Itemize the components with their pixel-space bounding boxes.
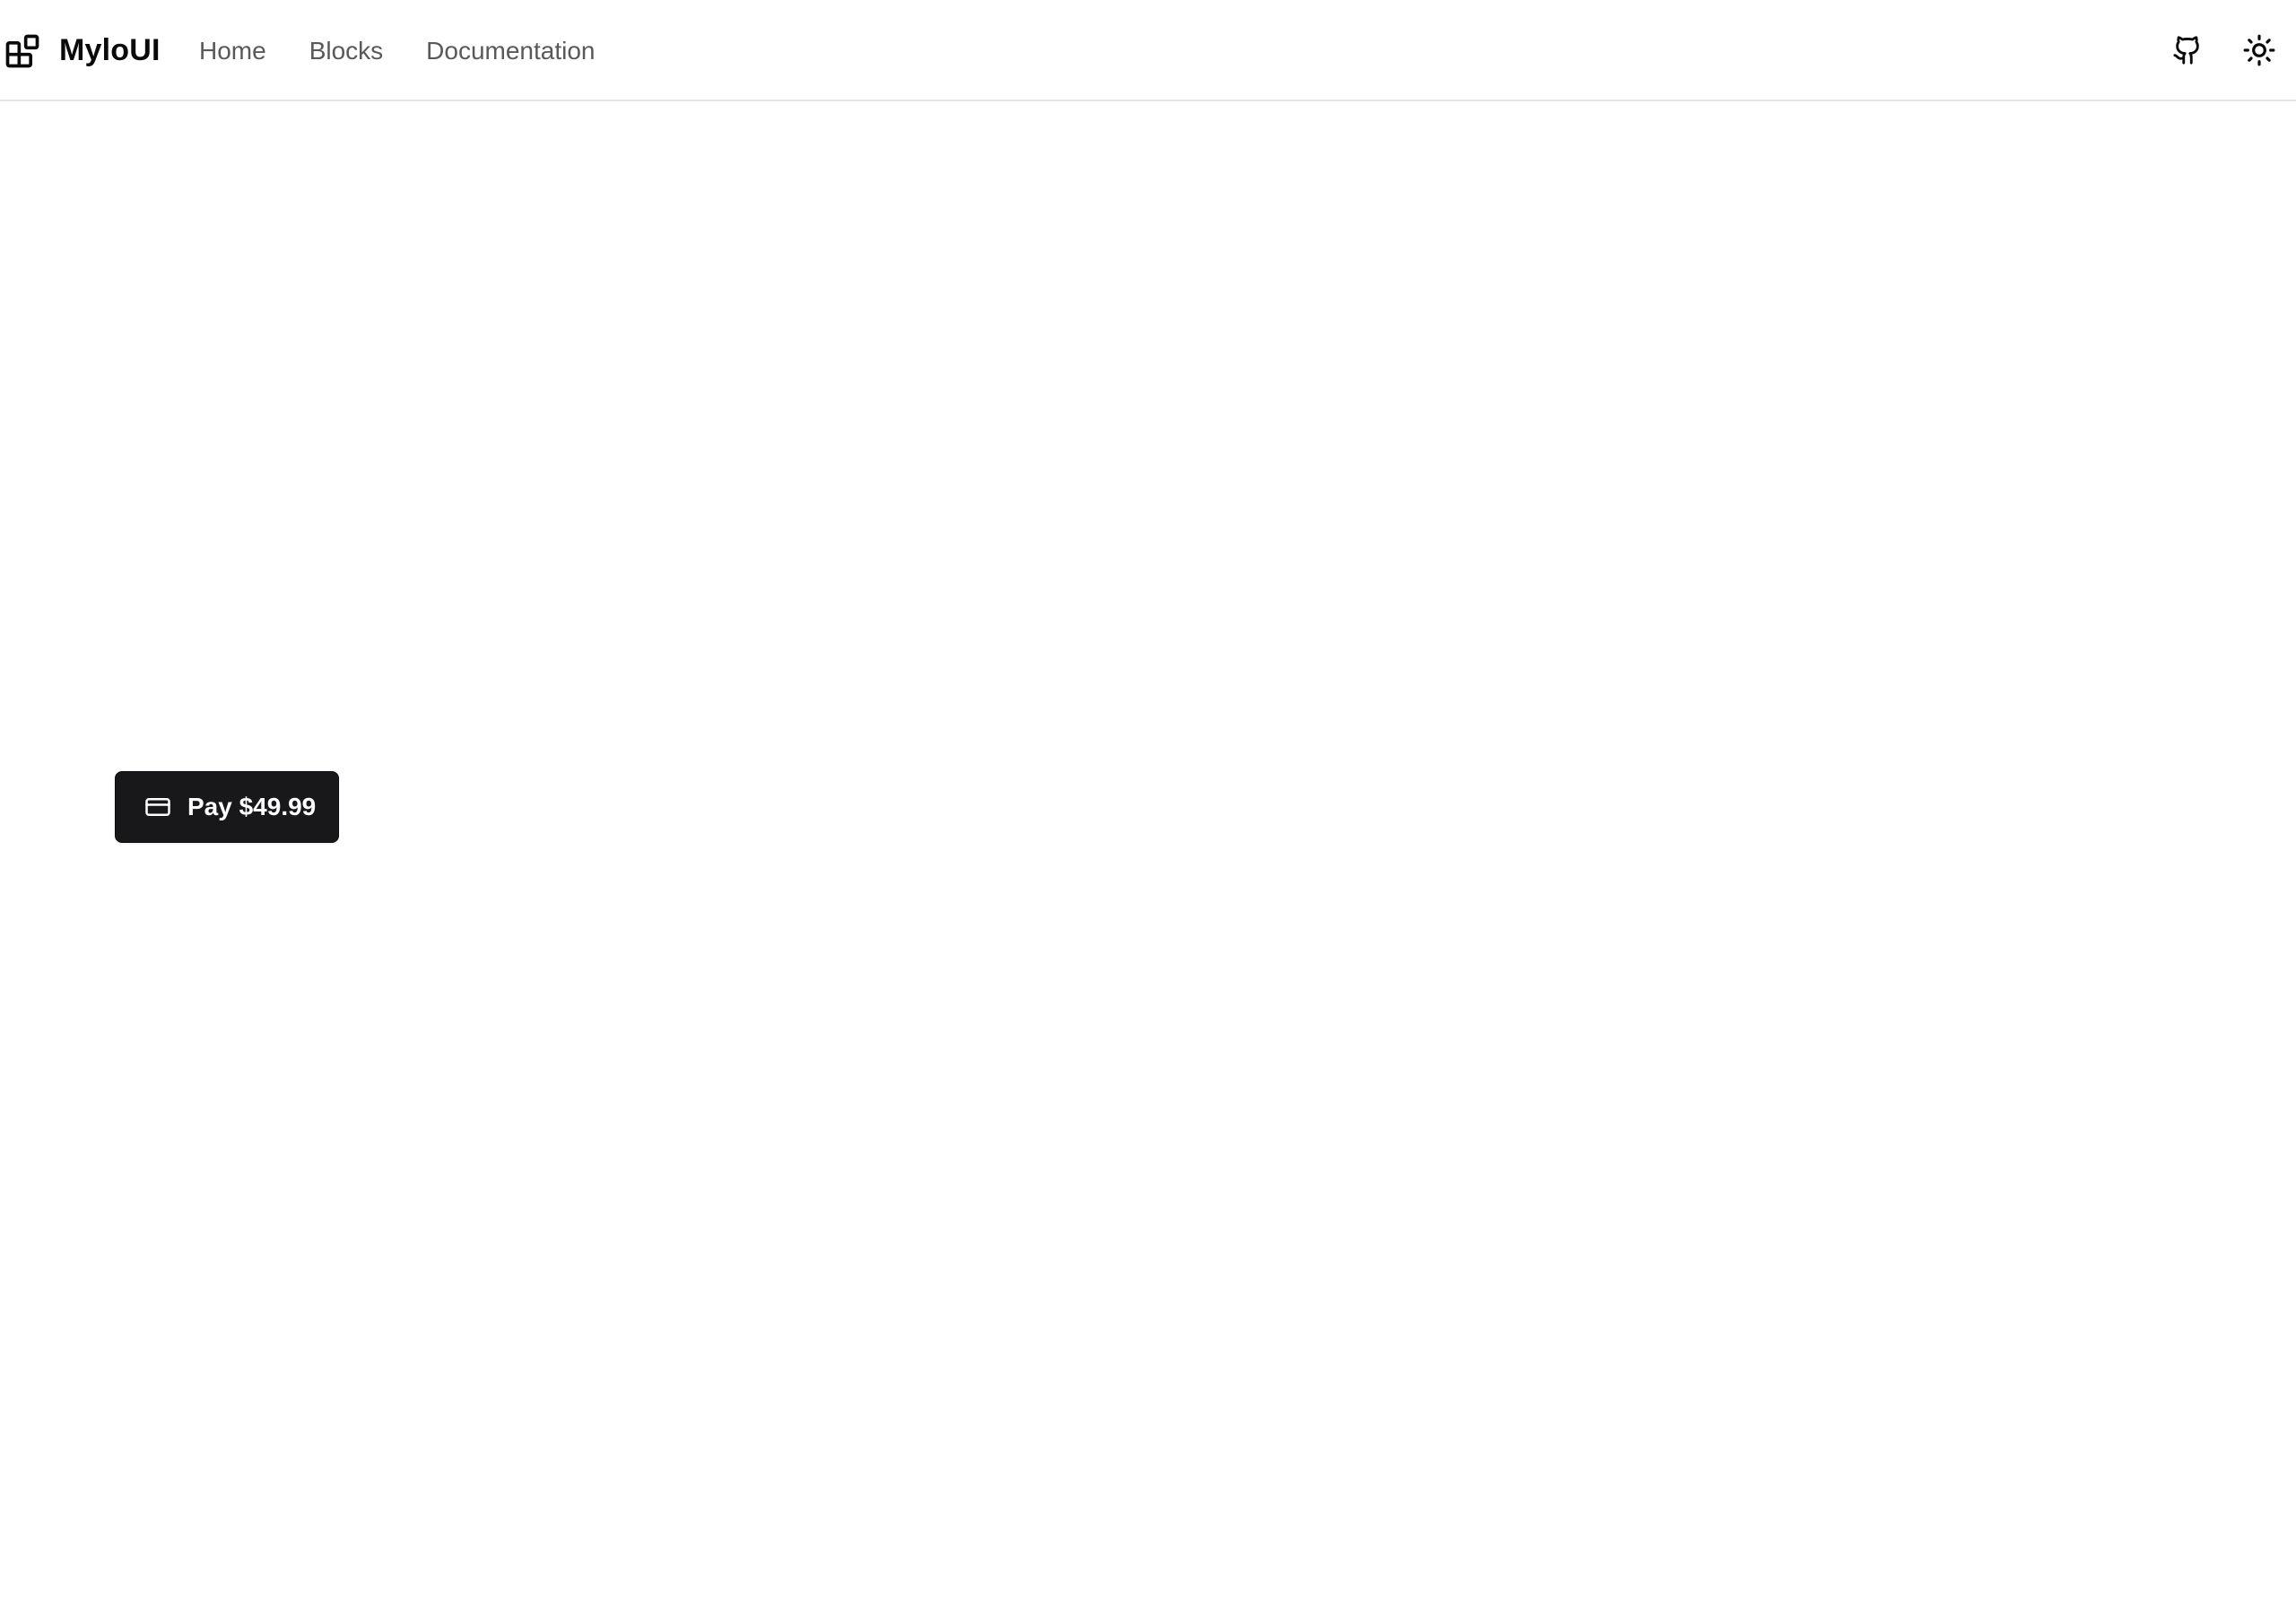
nav-link-home[interactable]: Home xyxy=(199,37,266,65)
github-link-button[interactable] xyxy=(2161,23,2214,77)
pay-button-label: Pay $49.99 xyxy=(187,793,317,820)
brand[interactable]: MyloUI xyxy=(0,0,161,101)
pay-button[interactable]: Pay $49.99 xyxy=(115,771,339,843)
nav-link-documentation[interactable]: Documentation xyxy=(426,37,595,65)
main-nav: Home Blocks Documentation xyxy=(199,0,596,101)
blocks-logo-icon xyxy=(5,34,39,67)
nav-link-blocks[interactable]: Blocks xyxy=(309,37,383,65)
sun-icon xyxy=(2243,34,2275,66)
top-navbar: MyloUI Home Blocks Documentation xyxy=(0,0,2296,101)
github-icon xyxy=(2173,36,2199,65)
credit-card-icon xyxy=(145,798,170,816)
theme-toggle-button[interactable] xyxy=(2232,23,2286,77)
brand-name: MyloUI xyxy=(59,33,161,67)
